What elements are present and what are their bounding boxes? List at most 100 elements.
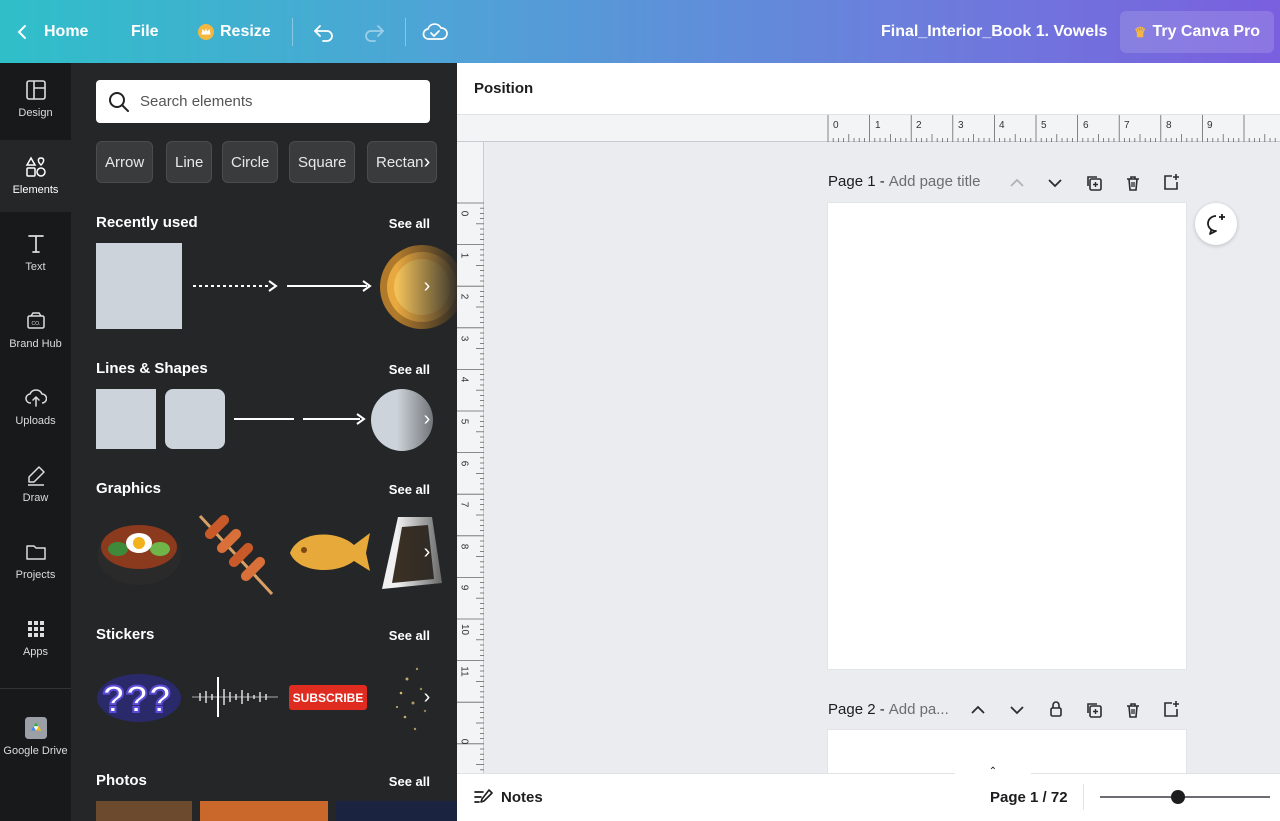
bottom-bar: ⌃ Notes Page 1 / 72 [457,766,1280,821]
add-page-icon[interactable] [1162,173,1180,191]
rail-item-elements[interactable]: Elements [0,140,71,212]
divider [1083,784,1084,810]
page-2-title-input[interactable]: Add pa... [889,701,949,718]
file-menu[interactable]: File [131,0,159,63]
rail-item-apps[interactable]: Apps [0,602,71,674]
text-icon [27,235,44,253]
ruler-tick-label: 7 [1124,120,1130,131]
graphic-taiyaki[interactable] [284,525,372,575]
chevron-up-icon[interactable] [1009,176,1025,190]
sticker-audio-wave[interactable] [190,675,280,719]
ruler-ticks [827,115,1276,142]
try-canva-pro-button[interactable]: ♛ Try Canva Pro [1120,11,1274,53]
lock-icon[interactable] [1047,700,1065,718]
rail-item-google-drive[interactable]: Google Drive [0,697,71,777]
page-1-header: Page 1 - Add page title [828,173,980,190]
page-1-title-input[interactable]: Add page title [889,173,981,190]
ruler-tick-label: 6 [458,460,470,467]
add-comment-button[interactable] [1195,203,1237,245]
redo-icon [365,24,384,42]
side-rail: Design Elements Text CO. Brand Hub Uploa… [0,63,71,821]
page-count-button[interactable]: Page 1 / 72 [990,774,1068,820]
trash-icon[interactable] [1124,174,1142,192]
chevron-right-icon: › [423,540,431,563]
search-input[interactable]: Search elements [96,80,430,123]
rail-item-projects[interactable]: Projects [0,525,71,597]
ruler-tick-label: 0 [458,738,470,745]
horizontal-ruler: 0 1 2 3 4 5 6 7 8 9 [457,115,1280,142]
ruler-tick-label: 7 [458,501,470,508]
position-button[interactable]: Position [474,80,533,97]
photo-thumbnail[interactable] [336,801,457,821]
rail-item-design[interactable]: Design [0,63,71,135]
stickers-scroll-right[interactable]: › [413,683,441,711]
zoom-slider-handle[interactable] [1171,790,1185,804]
shapes-scroll-right[interactable]: › [413,405,441,433]
cloud-check-icon [422,22,448,40]
see-all-stickers[interactable]: See all [389,628,430,643]
zoom-slider-track[interactable] [1100,796,1270,798]
file-label: File [131,22,159,40]
chevron-down-icon[interactable] [1009,703,1025,717]
chip-label: Arrow [105,153,145,171]
chip-circle[interactable]: Circle [222,141,279,183]
resize-button[interactable]: Resize [197,0,271,63]
rail-label: Uploads [15,415,56,427]
page-1-label: Page 1 - [828,173,885,190]
recent-dotted-arrow-element[interactable] [191,276,279,296]
page-2-header: Page 2 - Add pa... [828,701,949,718]
chevron-right-icon: › [423,150,431,173]
notes-button[interactable]: Notes [473,774,543,820]
ruler-tick-label: 10 [459,623,471,636]
graphics-scroll-right[interactable]: › [413,538,441,566]
document-title[interactable]: Final_Interior_Book 1. Vowels [881,0,1107,63]
search-placeholder: Search elements [140,93,253,110]
divider [292,18,293,46]
graphic-skewer[interactable] [192,508,278,598]
shape-line[interactable] [234,418,294,420]
chip-line[interactable]: Line [166,141,213,183]
duplicate-page-icon[interactable] [1085,701,1103,719]
google-drive-icon [24,717,47,739]
duplicate-page-icon[interactable] [1085,174,1103,192]
divider [405,18,406,46]
apps-icon [27,621,44,637]
recent-square-element[interactable] [96,243,182,329]
redo-button[interactable] [362,0,386,63]
crown-icon: ♛ [1133,23,1147,40]
notes-icon [474,789,493,803]
see-all-photos[interactable]: See all [389,774,430,789]
chip-square[interactable]: Square [289,141,356,183]
see-all-lines-shapes[interactable]: See all [389,362,430,377]
page-1-canvas[interactable] [828,203,1186,669]
trash-icon[interactable] [1124,701,1142,719]
chip-arrow[interactable]: Arrow [96,141,154,183]
rail-item-brand-hub[interactable]: CO. Brand Hub [0,294,71,366]
graphic-bibimbap-bowl[interactable] [96,513,182,589]
undo-button[interactable] [312,0,336,63]
rail-item-uploads[interactable]: Uploads [0,371,71,443]
photo-thumbnail[interactable] [200,801,328,821]
home-button[interactable]: Home [14,0,88,63]
rail-item-draw[interactable]: Draw [0,448,71,520]
shape-square[interactable] [96,389,156,449]
sticker-subscribe[interactable]: SUBSCRIBE [289,685,367,710]
vertical-ruler: 0 1 2 3 4 5 6 7 8 9 10 11 0 [457,142,484,773]
chevron-down-icon[interactable] [1047,176,1063,190]
recent-scroll-right[interactable]: › [413,272,441,300]
sticker-question-marks[interactable]: ??? [96,670,182,724]
rail-item-text[interactable]: Text [0,217,71,289]
chevron-up-icon[interactable] [970,703,986,717]
ruler-tick-label: 4 [458,376,470,383]
shape-rounded-square[interactable] [165,389,225,449]
chip-label: Square [298,153,347,171]
photo-thumbnail[interactable] [96,801,192,821]
see-all-recently-used[interactable]: See all [389,216,430,231]
add-page-icon[interactable] [1162,700,1180,718]
cloud-save-button[interactable] [422,0,448,63]
editor-canvas: Position 0 1 2 3 4 5 6 7 8 9 0 1 2 3 4 5… [457,63,1280,773]
shape-arrow-line[interactable] [302,409,366,429]
chips-scroll-right[interactable]: › [413,148,441,176]
recent-arrow-element[interactable] [285,276,373,296]
see-all-graphics[interactable]: See all [389,482,430,497]
